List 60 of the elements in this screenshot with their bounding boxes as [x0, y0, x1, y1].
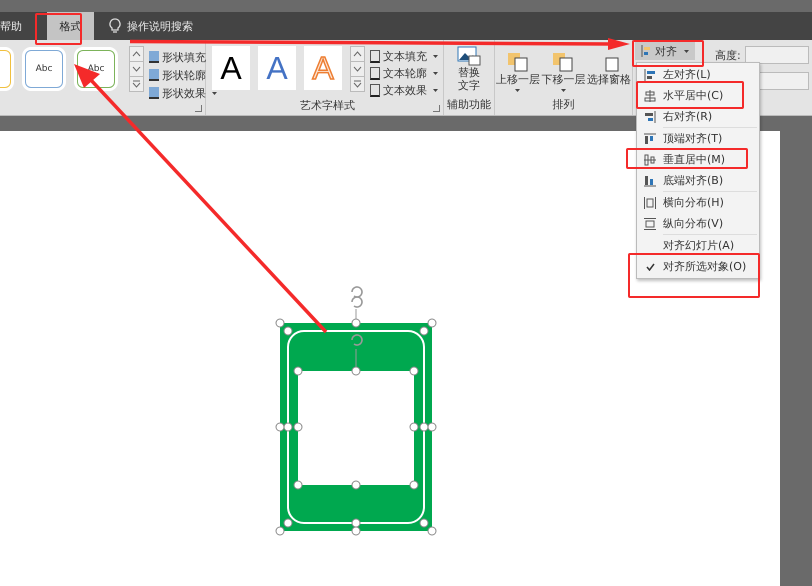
send-backward-icon: [551, 51, 576, 73]
align-left-icon: [644, 68, 656, 80]
caret-icon: [433, 72, 438, 75]
lightbulb-icon: [109, 18, 121, 34]
text-command[interactable]: 文本轮廓: [383, 66, 427, 81]
distribute-horizontal-icon: [644, 196, 656, 208]
highlight-overlay: [632, 40, 704, 67]
distribute-vertical-icon: [644, 218, 656, 230]
arrange-button[interactable]: 选择窗格: [587, 51, 632, 92]
menu-item[interactable]: 对齐幻灯片(A): [637, 235, 759, 256]
align-dropdown-button[interactable]: 对齐: [635, 42, 695, 60]
caret-icon: [560, 89, 566, 92]
alt-text-button[interactable]: 替换 文字: [457, 46, 481, 92]
height-field[interactable]: [744, 46, 809, 64]
menu-item[interactable]: 顶端对齐(T): [637, 128, 759, 149]
arrange-button[interactable]: 上移一层: [496, 51, 540, 92]
caret-icon: [684, 50, 689, 52]
align-bottom-icon: [644, 174, 656, 186]
dialog-launcher-icon[interactable]: [195, 105, 202, 112]
align-middle-icon: [644, 154, 656, 166]
group-label: 排列: [552, 97, 574, 113]
menu-item[interactable]: 右对齐(R): [637, 106, 759, 127]
ribbon-tab[interactable]: 帮助: [0, 12, 30, 40]
style-thumbnail[interactable]: Abc: [25, 50, 63, 88]
search-field[interactable]: 操作说明搜索: [127, 18, 193, 34]
highlight-overlay: [35, 13, 82, 45]
shape-command[interactable]: 形状轮廓: [162, 68, 206, 82]
align-icon: [641, 45, 651, 57]
align-right-icon: [644, 110, 656, 122]
gallery-scroll-icon[interactable]: [350, 46, 365, 92]
shape-format-icon: [149, 69, 159, 81]
text-command[interactable]: 文本效果: [383, 83, 427, 98]
text-format-icon: [370, 84, 380, 97]
menu-item[interactable]: 横向分布(H): [637, 192, 759, 213]
bring-forward-icon: [506, 51, 530, 73]
picture-icon: [457, 46, 481, 66]
text-command[interactable]: 文本填充: [383, 49, 427, 64]
group-label: 艺术字样式: [300, 98, 355, 114]
group-label: 辅助功能: [447, 97, 491, 113]
gallery-scroll-icon[interactable]: [129, 46, 144, 92]
align-center-icon: [644, 90, 656, 102]
text-format-icon: [370, 67, 380, 80]
shape-format-icon: [149, 51, 159, 63]
menu-item[interactable]: 纵向分布(V): [637, 213, 759, 234]
align-top-icon: [644, 132, 656, 144]
caret-icon: [433, 89, 438, 92]
menu-item[interactable]: 左对齐(L): [637, 64, 759, 85]
shape-format-icon: [149, 87, 159, 99]
caret-icon: [515, 89, 520, 92]
dialog-launcher-icon[interactable]: [433, 105, 440, 112]
wordart-thumbnail[interactable]: A: [212, 46, 250, 90]
caret-icon: [433, 55, 438, 58]
wordart-thumbnail[interactable]: A: [258, 46, 296, 90]
height-label: 高度:: [715, 48, 741, 62]
style-thumbnail[interactable]: [0, 50, 11, 88]
shape-command[interactable]: 形状填充: [162, 50, 206, 64]
shape-command[interactable]: 形状效果: [162, 86, 206, 100]
menu-item[interactable]: 底端对齐(B): [637, 170, 759, 191]
arrange-button[interactable]: 下移一层: [541, 51, 586, 92]
text-format-icon: [370, 50, 380, 63]
